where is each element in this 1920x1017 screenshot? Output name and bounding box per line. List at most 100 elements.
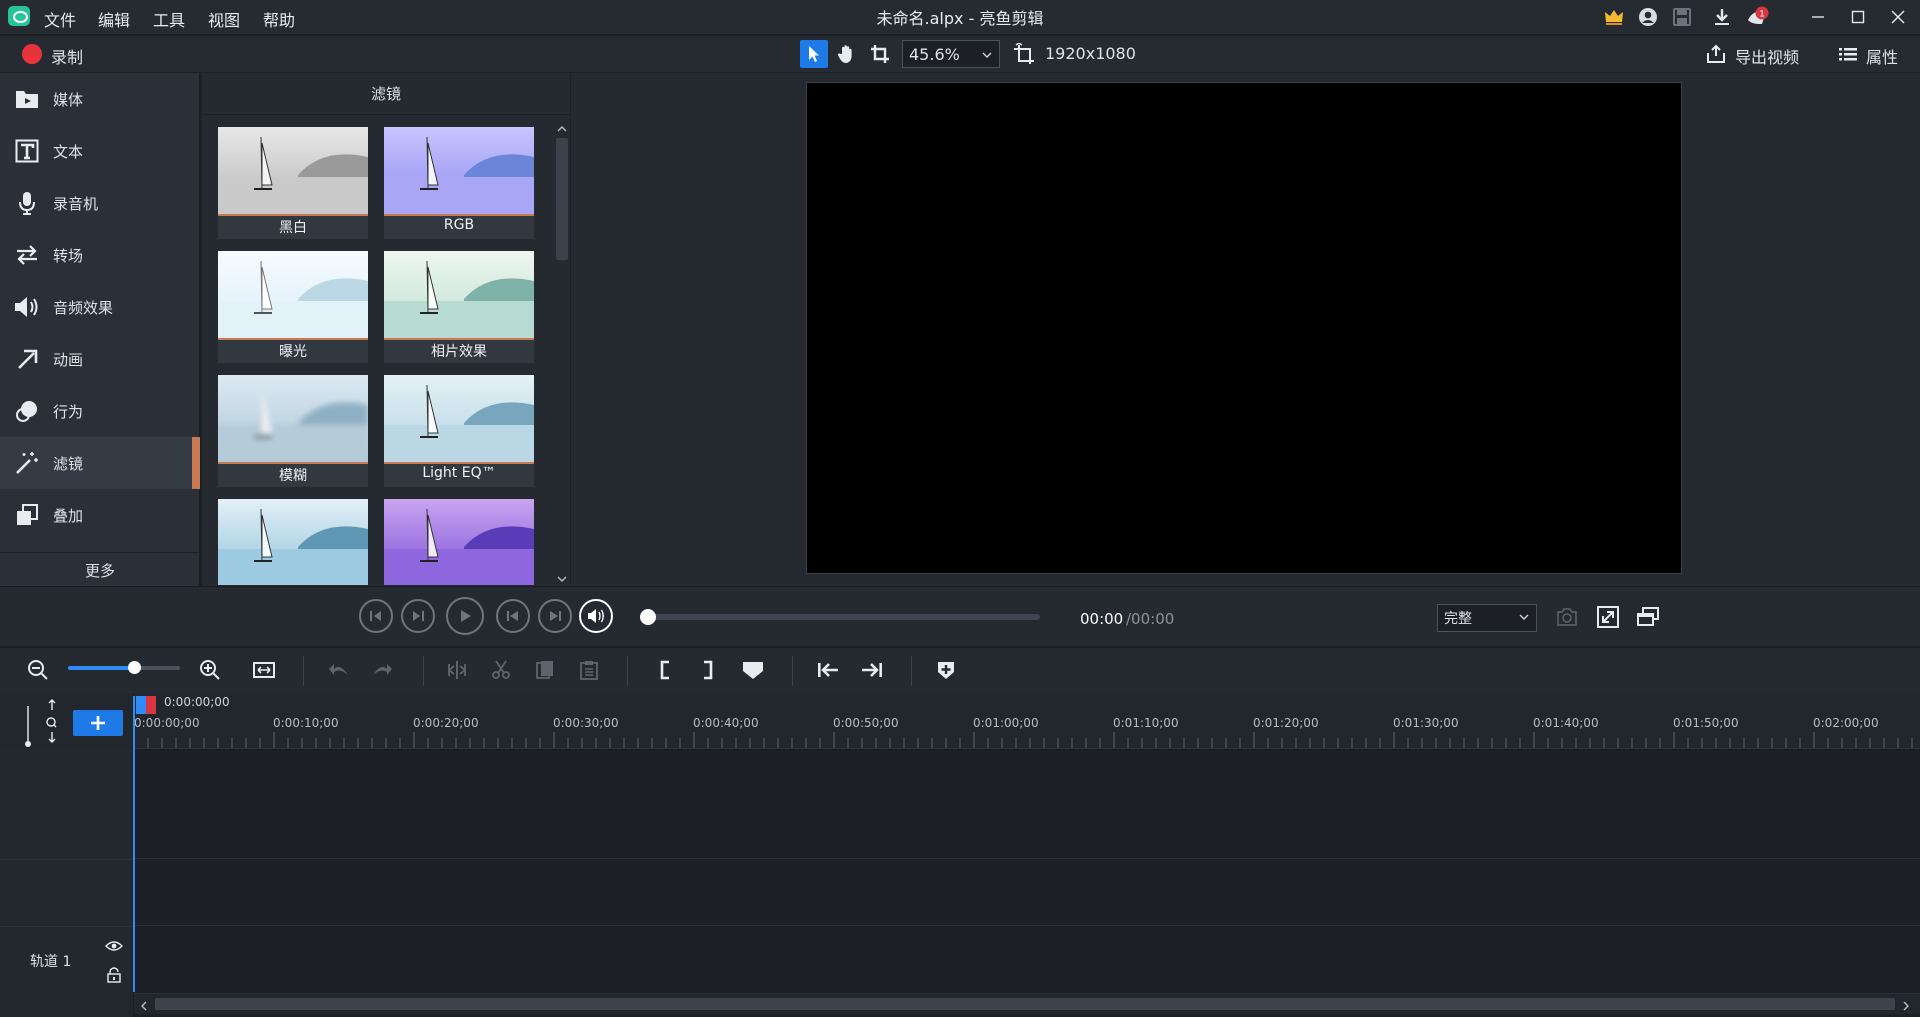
crown-vip-icon[interactable]: [1602, 5, 1626, 29]
export-video-button[interactable]: 导出视频: [1735, 44, 1799, 68]
lock-icon[interactable]: [106, 967, 122, 987]
list-properties-icon[interactable]: [1834, 40, 1862, 68]
mark-out-icon[interactable]: [694, 656, 722, 684]
crop-tool-button[interactable]: [866, 40, 894, 68]
scroll-left-icon[interactable]: [138, 998, 150, 1016]
filter-scroll-thumb[interactable]: [556, 138, 568, 260]
next-frame-button[interactable]: [401, 599, 435, 633]
track-row-1[interactable]: [0, 926, 1920, 994]
properties-button[interactable]: 属性: [1866, 44, 1898, 68]
record-icon[interactable]: [22, 44, 42, 64]
filter-panel-title: 滤镜: [202, 73, 570, 115]
ruler-label: 0:00:20;00: [413, 716, 479, 730]
divider: [423, 656, 424, 686]
track-row-empty-2[interactable]: [0, 859, 1920, 926]
preview-quality-select[interactable]: 完整: [1437, 604, 1537, 632]
minimize-button[interactable]: [1798, 3, 1838, 31]
detach-preview-icon[interactable]: [1634, 603, 1662, 631]
sidebar-item-text[interactable]: 文本: [0, 125, 200, 177]
filter-thumbnail-bar: [384, 462, 534, 464]
sidebar-item-recorder[interactable]: 录音机: [0, 177, 200, 229]
add-track-button[interactable]: [73, 710, 123, 736]
filter-thumbnail-blur[interactable]: 模糊: [218, 375, 368, 487]
arrow-animation-icon: [14, 346, 40, 372]
filter-thumbnail-light-eq[interactable]: Light EQ™: [384, 375, 534, 487]
record-button[interactable]: 录制: [51, 44, 83, 68]
maximize-button[interactable]: [1838, 3, 1878, 31]
jump-start-button[interactable]: [496, 599, 530, 633]
filter-label: 相片效果: [431, 344, 487, 360]
playhead-handle-in[interactable]: [136, 696, 146, 714]
cut-scissors-icon[interactable]: [487, 656, 515, 684]
canvas-size-icon[interactable]: [1010, 40, 1038, 68]
snapshot-camera-icon[interactable]: [1553, 603, 1581, 631]
paste-icon[interactable]: [575, 656, 603, 684]
playback-progress-track[interactable]: [645, 614, 1040, 620]
zoom-level-select[interactable]: 45.6%: [902, 40, 1000, 68]
track-row-empty-1[interactable]: [0, 749, 1920, 859]
canvas-resolution[interactable]: 1920x1080: [1045, 44, 1136, 63]
sidebar-item-label: 转场: [53, 246, 84, 265]
current-time: 00:00: [1080, 610, 1124, 628]
go-to-start-icon[interactable]: [814, 656, 842, 684]
select-tool-button[interactable]: [800, 40, 828, 68]
filter-thumbnail-8[interactable]: [384, 499, 534, 585]
export-icon[interactable]: [1702, 40, 1730, 68]
notification-icon[interactable]: 1: [1746, 5, 1770, 29]
playback-progress-knob[interactable]: [640, 609, 656, 625]
track-height-zoom-icon[interactable]: [22, 698, 58, 752]
filter-thumbnail-bw[interactable]: 黑白: [218, 127, 368, 239]
sidebar-item-label: 音频效果: [53, 298, 114, 317]
play-button[interactable]: [446, 597, 484, 635]
split-icon[interactable]: [443, 656, 471, 684]
sidebar-item-overlay[interactable]: 叠加: [0, 489, 200, 541]
timeline-zoom-fill: [68, 666, 134, 670]
filter-thumbnail-bar: [384, 214, 534, 216]
divider: [303, 656, 304, 686]
playhead-line[interactable]: [133, 696, 135, 992]
marker-icon[interactable]: [739, 656, 767, 684]
hand-pan-tool-button[interactable]: [832, 40, 860, 68]
divider: [792, 656, 793, 686]
jump-end-button[interactable]: [538, 599, 572, 633]
ruler-label: 0:02:00;00: [1813, 716, 1879, 730]
plus-icon: [91, 716, 105, 730]
filter-thumbnail-7[interactable]: [218, 499, 368, 585]
scroll-up-icon[interactable]: [556, 120, 568, 138]
filter-thumbnail-rgb[interactable]: RGB: [384, 127, 534, 239]
download-icon[interactable]: [1710, 5, 1734, 29]
volume-button[interactable]: [579, 599, 613, 633]
text-icon: [14, 138, 40, 164]
scroll-right-icon[interactable]: [1900, 998, 1912, 1016]
redo-icon[interactable]: [368, 656, 396, 684]
filter-thumbnail-exposure[interactable]: 曝光: [218, 251, 368, 363]
mark-in-icon[interactable]: [651, 656, 679, 684]
sidebar: 媒体 文本 录音机 转场 音频效果 动画 行为 滤镜 叠加: [0, 73, 200, 586]
undo-icon[interactable]: [325, 656, 353, 684]
eye-visibility-icon[interactable]: [105, 938, 123, 956]
timeline-zoom-knob[interactable]: [128, 661, 141, 674]
timeline-scroll-thumb[interactable]: [155, 998, 1895, 1010]
sidebar-item-media[interactable]: 媒体: [0, 73, 200, 125]
go-to-end-icon[interactable]: [858, 656, 886, 684]
sidebar-item-animation[interactable]: 动画: [0, 333, 200, 385]
copy-icon[interactable]: [531, 656, 559, 684]
sidebar-more-button[interactable]: 更多: [0, 560, 200, 581]
ruler-label: 0:00:00;00: [134, 716, 200, 730]
sidebar-item-behavior[interactable]: 行为: [0, 385, 200, 437]
playhead-time: 0:00:00;00: [164, 695, 230, 709]
user-account-icon[interactable]: [1636, 5, 1660, 29]
close-button[interactable]: [1878, 3, 1918, 31]
sidebar-item-audio-effects[interactable]: 音频效果: [0, 281, 200, 333]
fullscreen-icon[interactable]: [1594, 603, 1622, 631]
sidebar-item-transitions[interactable]: 转场: [0, 229, 200, 281]
sidebar-item-filters[interactable]: 滤镜: [0, 437, 200, 489]
zoom-in-icon[interactable]: [196, 656, 224, 684]
preview-canvas[interactable]: [806, 82, 1682, 574]
zoom-out-icon[interactable]: [24, 656, 52, 684]
save-icon[interactable]: [1670, 5, 1694, 29]
add-marker-icon[interactable]: [932, 656, 960, 684]
filter-thumbnail-photo-effect[interactable]: 相片效果: [384, 251, 534, 363]
fit-timeline-icon[interactable]: [250, 656, 278, 684]
prev-frame-button[interactable]: [359, 599, 393, 633]
